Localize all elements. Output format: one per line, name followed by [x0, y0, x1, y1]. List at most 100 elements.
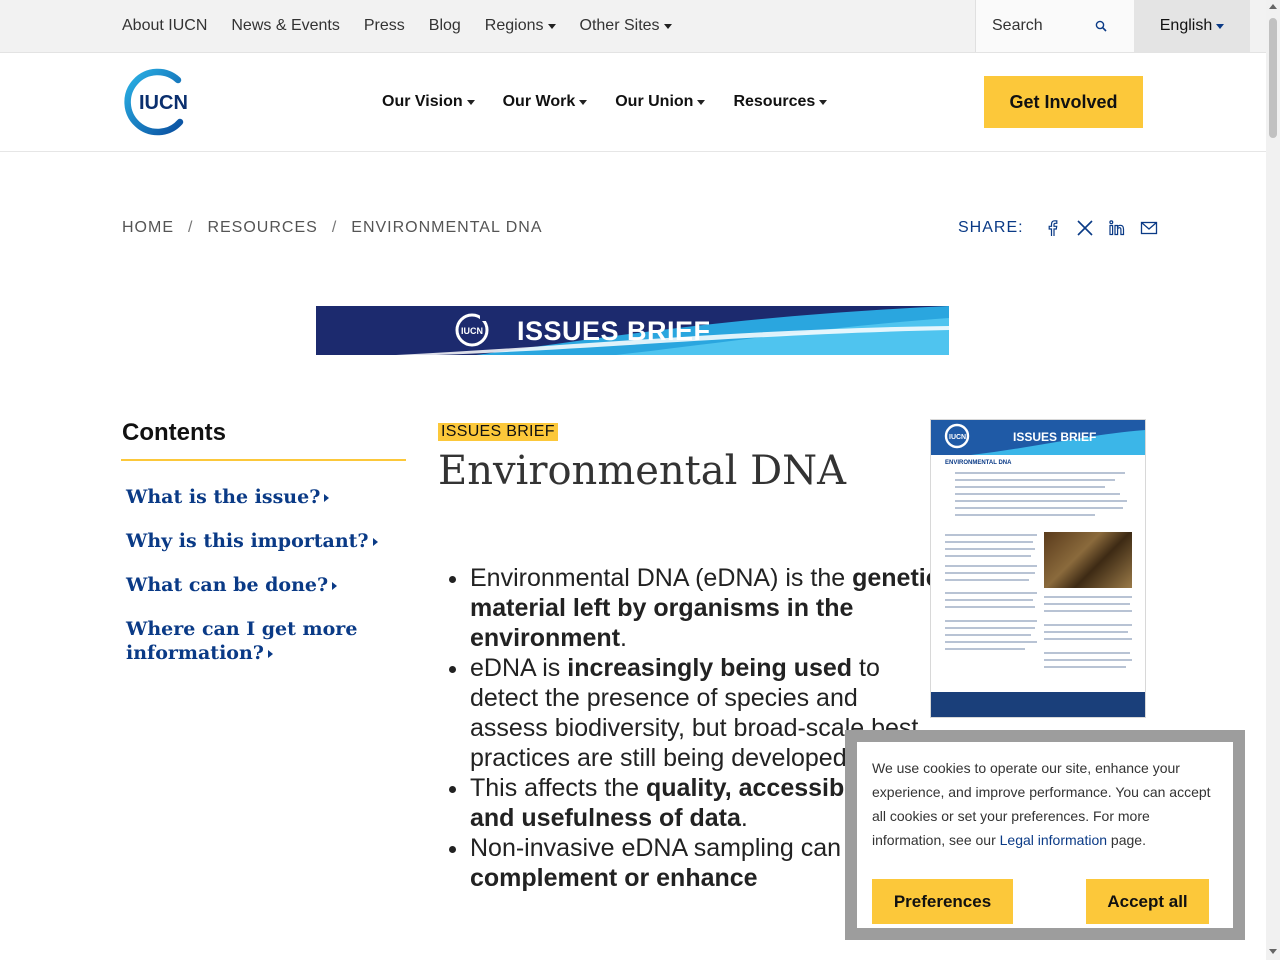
- top-nav: About IUCN News & Events Press Blog Regi…: [122, 0, 672, 52]
- top-nav-other-sites[interactable]: Other Sites: [580, 17, 672, 35]
- thumbnail-text-line: [945, 606, 1035, 608]
- bullet-text: .: [620, 624, 627, 652]
- nav-our-work[interactable]: Our Work: [503, 93, 588, 111]
- thumbnail-text-line: [945, 534, 1037, 536]
- top-nav-about[interactable]: About IUCN: [122, 17, 207, 35]
- contents-divider: [121, 459, 406, 461]
- thumbnail-text-line: [955, 507, 1123, 509]
- thumbnail-footer: [931, 692, 1145, 717]
- cookie-consent-panel: We use cookies to operate our site, enha…: [857, 742, 1233, 928]
- top-nav-other-sites-label: Other Sites: [579, 17, 660, 34]
- thumbnail-text-line: [1044, 624, 1132, 626]
- linkedin-icon[interactable]: [1108, 219, 1126, 237]
- search-icon[interactable]: [1094, 19, 1108, 33]
- thumbnail-text-line: [945, 634, 1031, 636]
- thumbnail-text-line: [945, 592, 1037, 594]
- language-label: English: [1159, 17, 1213, 34]
- accept-all-button[interactable]: Accept all: [1086, 879, 1209, 924]
- breadcrumb: HOME / RESOURCES / ENVIRONMENTAL DNA: [122, 219, 543, 237]
- thumbnail-text-line: [945, 641, 1037, 643]
- thumbnail-text-line: [945, 572, 1035, 574]
- chevron-down-icon: [1216, 23, 1225, 29]
- preferences-button[interactable]: Preferences: [872, 879, 1013, 924]
- chevron-right-icon: [324, 494, 330, 502]
- thumbnail-logo-text: IUCN: [949, 434, 966, 441]
- top-utility-bar: About IUCN News & Events Press Blog Regi…: [0, 0, 1266, 53]
- chevron-down-icon: [697, 99, 706, 105]
- thumbnail-text-line: [1044, 603, 1130, 605]
- toc-link-more-info[interactable]: Where can I get more information?: [126, 617, 406, 665]
- thumbnail-text-line: [1044, 631, 1128, 633]
- iucn-logo[interactable]: IUCN: [122, 68, 194, 136]
- chevron-down-icon: [466, 99, 475, 105]
- legal-information-link[interactable]: Legal information: [1000, 832, 1107, 848]
- thumbnail-title: ISSUES BRIEF: [1013, 430, 1097, 444]
- banner-title: ISSUES BRIEF: [517, 316, 711, 346]
- toc-link-label: Where can I get more information?: [126, 618, 358, 664]
- list-item: Environmental DNA (eDNA) is the genetic …: [470, 563, 940, 653]
- chevron-right-icon: [372, 538, 378, 546]
- top-nav-press[interactable]: Press: [364, 17, 405, 35]
- main-nav: Our Vision Our Work Our Union Resources: [382, 53, 828, 151]
- page-scrollbar[interactable]: [1266, 0, 1280, 960]
- email-icon[interactable]: [1140, 219, 1158, 237]
- top-nav-regions[interactable]: Regions: [485, 17, 556, 35]
- toc-link-issue[interactable]: What is the issue?: [126, 485, 406, 509]
- thumbnail-text-line: [1044, 610, 1132, 612]
- scroll-up-arrow-icon[interactable]: [1269, 4, 1277, 9]
- breadcrumb-home[interactable]: HOME: [122, 219, 174, 237]
- thumbnail-text-line: [945, 565, 1037, 567]
- toc-link-importance[interactable]: Why is this important?: [126, 529, 406, 553]
- breadcrumb-resources[interactable]: RESOURCES: [207, 219, 317, 237]
- language-selector[interactable]: English: [1134, 0, 1250, 52]
- thumbnail-text-line: [945, 555, 1031, 557]
- thumbnail-subtitle: ENVIRONMENTAL DNA: [945, 460, 1012, 466]
- x-icon[interactable]: [1076, 219, 1094, 237]
- toc-link-label: What can be done?: [126, 574, 329, 596]
- chevron-right-icon: [332, 582, 338, 590]
- contents-title: Contents: [122, 419, 226, 446]
- thumbnail-text-line: [1044, 638, 1132, 640]
- breadcrumb-separator: /: [331, 219, 338, 236]
- facebook-icon[interactable]: [1044, 219, 1062, 237]
- scrollbar-thumb[interactable]: [1269, 18, 1277, 138]
- toc-link-label: What is the issue?: [126, 486, 321, 508]
- chevron-down-icon: [579, 99, 588, 105]
- thumbnail-text-line: [955, 486, 1105, 488]
- page-title: Environmental DNA: [438, 448, 847, 494]
- thumbnail-text-line: [955, 472, 1125, 474]
- bullet-text: Environmental DNA (eDNA) is the: [470, 564, 853, 592]
- get-involved-button[interactable]: Get Involved: [984, 76, 1143, 128]
- cookie-consent-dialog: We use cookies to operate our site, enha…: [845, 730, 1245, 940]
- thumbnail-text-line: [945, 599, 1033, 601]
- thumbnail-text-line: [955, 479, 1115, 481]
- main-header: IUCN Our Vision Our Work Our Union Resou…: [0, 53, 1266, 152]
- thumbnail-text-line: [945, 548, 1035, 550]
- search-input[interactable]: Search: [975, 0, 1134, 52]
- top-nav-blog[interactable]: Blog: [429, 17, 461, 35]
- thumbnail-text-line: [955, 514, 1095, 516]
- breadcrumb-separator: /: [188, 219, 194, 236]
- chevron-down-icon: [663, 23, 672, 29]
- bullet-bold: complement or enhance: [470, 864, 758, 892]
- nav-resources[interactable]: Resources: [733, 93, 828, 111]
- chevron-down-icon: [819, 99, 828, 105]
- nav-our-vision-label: Our Vision: [382, 93, 463, 110]
- bullet-text: Non-invasive eDNA sampling can: [470, 834, 842, 862]
- chevron-right-icon: [267, 650, 273, 658]
- toc-link-actions[interactable]: What can be done?: [126, 573, 406, 597]
- bullet-text: eDNA is: [470, 654, 568, 682]
- top-nav-news-events[interactable]: News & Events: [231, 17, 339, 35]
- search-placeholder: Search: [992, 17, 1043, 34]
- thumbnail-text-line: [1044, 652, 1130, 654]
- thumbnail-snake-photo: [1044, 532, 1132, 588]
- nav-our-union-label: Our Union: [615, 93, 694, 110]
- thumbnail-text-line: [945, 620, 1037, 622]
- nav-our-vision[interactable]: Our Vision: [382, 93, 475, 111]
- nav-our-union[interactable]: Our Union: [615, 93, 706, 111]
- thumbnail-text-line: [945, 648, 1025, 650]
- issues-brief-document-thumbnail[interactable]: IUCN ISSUES BRIEF ENVIRONMENTAL DNA: [930, 419, 1146, 718]
- thumbnail-text-line: [945, 541, 1033, 543]
- scroll-down-arrow-icon[interactable]: [1269, 949, 1277, 954]
- logo-text: IUCN: [139, 92, 188, 114]
